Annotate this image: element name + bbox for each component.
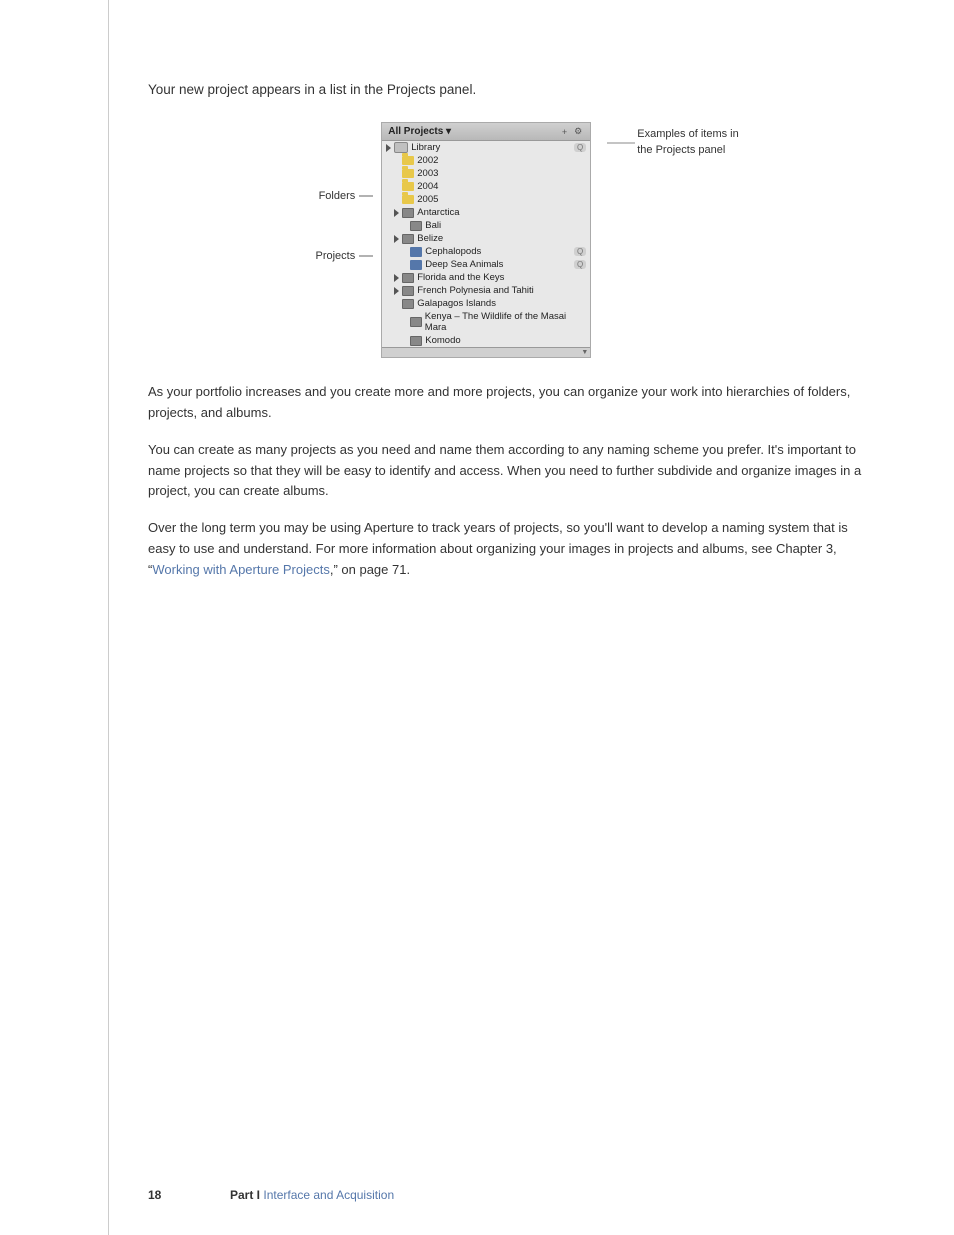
- row-text-2004: 2004: [417, 181, 438, 192]
- panel-row-french-polynesia[interactable]: French Polynesia and Tahiti: [390, 284, 590, 297]
- folder-icon-2002: [402, 156, 414, 165]
- row-text-2003: 2003: [417, 168, 438, 179]
- projects-panel: All Projects ▾ + ⚙ Library Q: [381, 122, 591, 358]
- panel-row-antarctica[interactable]: Antarctica: [390, 206, 590, 219]
- panel-row-belize[interactable]: Belize: [390, 232, 590, 245]
- diagram-area: Folders Projects All Projects ▾: [148, 122, 874, 358]
- panel-row-deep-sea[interactable]: Deep Sea Animals Q: [398, 258, 590, 271]
- annotation-line1: Examples of items in: [637, 127, 738, 142]
- panel-row-2003[interactable]: 2003: [390, 167, 590, 180]
- panel-scrollbar[interactable]: ▼: [382, 347, 590, 357]
- row-text-cephalopods: Cephalopods: [425, 246, 481, 257]
- projects-label-row: Projects: [316, 250, 374, 262]
- panel-header: All Projects ▾ + ⚙: [382, 123, 590, 141]
- project-icon-florida: [402, 273, 414, 283]
- search-badge-library: Q: [574, 143, 586, 152]
- intro-text: Your new project appears in a list in th…: [148, 80, 874, 100]
- content-area: Your new project appears in a list in th…: [148, 80, 874, 581]
- footer-chapter-text: Part I Interface and Acquisition: [230, 1188, 394, 1202]
- panel-row-cephalopods[interactable]: Cephalopods Q: [398, 245, 590, 258]
- panel-row-kenya[interactable]: Kenya – The Wildlife of the Masai Mara: [398, 310, 590, 334]
- row-text-galapagos: Galapagos Islands: [417, 298, 496, 309]
- footer-part-label: Part I: [230, 1188, 260, 1202]
- badge-cephalopods: Q: [574, 247, 586, 256]
- triangle-icon-antarctica: [394, 209, 399, 217]
- library-icon: [394, 142, 408, 153]
- annotation-text-block: Examples of items in the Projects panel: [637, 127, 738, 158]
- row-text-kenya: Kenya – The Wildlife of the Masai Mara: [425, 311, 586, 333]
- project-icon-galapagos: [402, 299, 414, 309]
- annotation-line-row: Examples of items in the Projects panel: [607, 127, 738, 158]
- panel-row-komodo[interactable]: Komodo: [398, 334, 590, 347]
- left-margin-line: [108, 0, 109, 1235]
- row-text-bali: Bali: [425, 220, 441, 231]
- project-icon-bali: [410, 221, 422, 231]
- paragraph3: Over the long term you may be using Aper…: [148, 518, 874, 580]
- row-text-library: Library: [411, 142, 440, 153]
- right-annotation: Examples of items in the Projects panel: [607, 122, 738, 160]
- row-text-florida: Florida and the Keys: [417, 272, 504, 283]
- row-text-antarctica: Antarctica: [417, 207, 459, 218]
- triangle-icon-belize: [394, 235, 399, 243]
- row-text-polynesia: French Polynesia and Tahiti: [417, 285, 534, 296]
- projects-label: Projects: [316, 250, 356, 262]
- row-text-belize: Belize: [417, 233, 443, 244]
- row-text-2002: 2002: [417, 155, 438, 166]
- page: Your new project appears in a list in th…: [0, 0, 954, 1235]
- panel-row-2004[interactable]: 2004: [390, 180, 590, 193]
- project-icon-antarctica: [402, 208, 414, 218]
- panel-title: All Projects ▾: [388, 126, 451, 137]
- project-icon-kenya: [410, 317, 422, 327]
- page-number: 18: [148, 1188, 161, 1202]
- panel-row-2005[interactable]: 2005: [390, 193, 590, 206]
- add-button[interactable]: +: [560, 127, 569, 137]
- panel-row-library[interactable]: Library Q: [382, 141, 590, 154]
- project-icon-komodo: [410, 336, 422, 346]
- panel-row-florida[interactable]: Florida and the Keys: [390, 271, 590, 284]
- footer-chapter-name: Interface and Acquisition: [263, 1188, 394, 1202]
- folders-label-row: Folders: [319, 190, 374, 202]
- panel-row-galapagos[interactable]: Galapagos Islands: [390, 297, 590, 310]
- triangle-icon: [386, 144, 391, 152]
- panel-row-2002[interactable]: 2002: [390, 154, 590, 167]
- panel-header-buttons: + ⚙: [560, 126, 584, 137]
- row-text-komodo: Komodo: [425, 335, 460, 346]
- smart-icon-cephalopods: [410, 247, 422, 257]
- row-text-2005: 2005: [417, 194, 438, 205]
- project-icon-belize: [402, 234, 414, 244]
- paragraph2: You can create as many projects as you n…: [148, 440, 874, 502]
- gear-button[interactable]: ⚙: [572, 126, 584, 137]
- annotation-arrow: [607, 138, 637, 148]
- badge-deep-sea: Q: [574, 260, 586, 269]
- folder-icon-2005: [402, 195, 414, 204]
- body-paragraphs: As your portfolio increases and you crea…: [148, 382, 874, 580]
- folder-icon-2003: [402, 169, 414, 178]
- paragraph1: As your portfolio increases and you crea…: [148, 382, 874, 424]
- panel-row-bali[interactable]: Bali: [398, 219, 590, 232]
- triangle-icon-florida: [394, 274, 399, 282]
- folders-label: Folders: [319, 190, 356, 202]
- project-icon-polynesia: [402, 286, 414, 296]
- triangle-icon-polynesia: [394, 287, 399, 295]
- folder-icon-2004: [402, 182, 414, 191]
- smart-icon-deep-sea: [410, 260, 422, 270]
- annotation-line2: the Projects panel: [637, 143, 738, 158]
- paragraph3-part2: ,” on page 71.: [330, 562, 410, 577]
- working-with-link[interactable]: Working with Aperture Projects: [152, 562, 330, 577]
- row-text-deep-sea: Deep Sea Animals: [425, 259, 503, 270]
